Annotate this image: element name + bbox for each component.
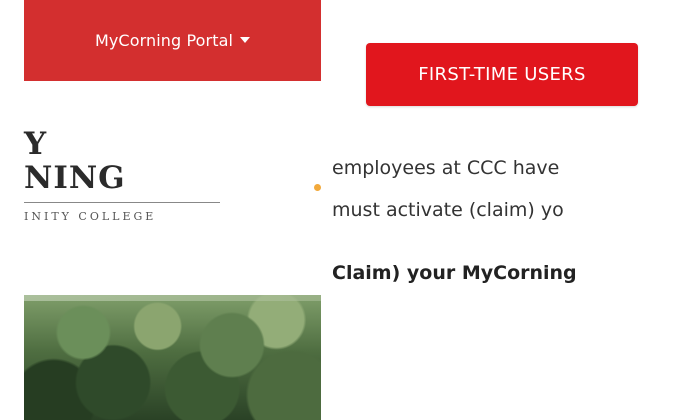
- forest-photo: [24, 295, 321, 420]
- logo-divider: [24, 202, 220, 203]
- logo-line-1: Y: [24, 126, 47, 162]
- caret-down-icon: [240, 36, 251, 43]
- college-logo[interactable]: Y NING INITY COLLEGE: [24, 110, 224, 240]
- photo-sky: [24, 295, 321, 301]
- left-margin: [0, 0, 24, 420]
- orange-dot-accent: [314, 184, 321, 191]
- mycorning-portal-dropdown[interactable]: MyCorning Portal: [24, 0, 321, 81]
- logo-line-3: INITY COLLEGE: [24, 210, 157, 223]
- claim-heading: Claim) your MyCorning: [332, 262, 577, 284]
- logo-line-2: NING: [24, 160, 126, 196]
- intro-text-line-1: employees at CCC have: [332, 157, 560, 179]
- portal-dropdown-label: MyCorning Portal: [94, 31, 234, 50]
- first-time-users-button[interactable]: FIRST-TIME USERS: [366, 43, 638, 106]
- intro-text-line-2: must activate (claim) yo: [332, 199, 564, 221]
